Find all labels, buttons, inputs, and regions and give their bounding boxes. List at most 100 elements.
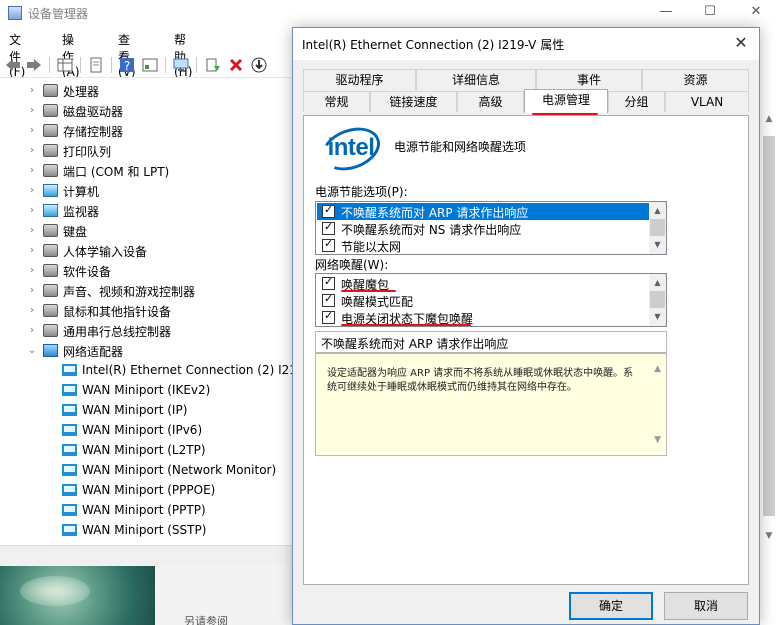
checkbox-checked[interactable] (322, 220, 335, 235)
tab-details[interactable]: 详细信息 (416, 69, 536, 90)
tree-device-label: WAN Miniport (L2TP) (82, 443, 206, 457)
device-manager-title: 设备管理器 (28, 7, 89, 21)
tree-category-network-adapters[interactable]: ⌄ 网络适配器 (0, 341, 300, 361)
disable-device-icon[interactable] (250, 56, 268, 74)
tree-category-label: 监视器 (63, 205, 100, 219)
tree-category[interactable]: › 声音、视频和游戏控制器 (0, 281, 300, 301)
tree-category[interactable]: › 打印队列 (0, 141, 300, 161)
annotation-underline (341, 290, 396, 292)
tree-category[interactable]: › 软件设备 (0, 261, 300, 281)
expand-chevron-icon[interactable]: › (26, 84, 38, 98)
tree-device[interactable]: WAN Miniport (PPTP) (0, 501, 300, 521)
ok-button[interactable]: 确定 (569, 592, 653, 620)
tab-vlan[interactable]: VLAN (665, 91, 749, 112)
network-adapter-icon (62, 444, 77, 456)
tree-category[interactable]: › 鼠标和其他指针设备 (0, 301, 300, 321)
tab-link-speed[interactable]: 链接速度 (370, 91, 457, 112)
uninstall-device-icon[interactable] (227, 56, 245, 74)
expand-chevron-icon[interactable]: › (26, 204, 38, 218)
vertical-scrollbar[interactable]: ▲ ▼ (759, 26, 781, 574)
minimize-button[interactable]: — (643, 0, 689, 26)
scroll-down-icon[interactable]: ▼ (763, 531, 775, 543)
scroll-up-icon[interactable]: ▲ (763, 114, 775, 126)
forward-arrow-icon[interactable] (25, 56, 43, 74)
tree-category[interactable]: › 存储控制器 (0, 121, 300, 141)
tree-category[interactable]: › 端口 (COM 和 LPT) (0, 161, 300, 181)
list-scrollbar[interactable]: ▲ ▼ (649, 202, 666, 254)
expand-chevron-icon[interactable]: › (26, 304, 38, 318)
dialog-close-button[interactable]: ✕ (729, 32, 753, 56)
list-item[interactable]: 不唤醒系统而对 ARP 请求作出响应 (317, 203, 649, 220)
list-scrollbar[interactable]: ▲ ▼ (649, 274, 666, 326)
scroll-down-icon[interactable]: ▼ (652, 311, 663, 323)
checkbox-checked[interactable] (322, 292, 335, 307)
tree-category[interactable]: › 处理器 (0, 81, 300, 101)
expand-chevron-icon[interactable]: › (26, 324, 38, 338)
tab-teaming[interactable]: 分组 (608, 91, 665, 112)
tree-device[interactable]: WAN Miniport (L2TP) (0, 441, 300, 461)
cancel-button[interactable]: 取消 (664, 592, 748, 620)
tree-device[interactable]: WAN Miniport (SSTP) (0, 521, 300, 541)
wake-on-lan-list[interactable]: 唤醒魔包 唤醒模式匹配 电源关闭状态下魔包唤醒 ▲ ▼ (315, 273, 667, 327)
maximize-button[interactable]: ☐ (687, 0, 733, 26)
tree-category[interactable]: › 磁盘驱动器 (0, 101, 300, 121)
checkbox-checked[interactable] (322, 237, 335, 252)
expand-chevron-icon[interactable]: › (26, 264, 38, 278)
expand-chevron-icon[interactable]: › (26, 124, 38, 138)
expand-chevron-icon[interactable]: › (26, 224, 38, 238)
tree-device[interactable]: WAN Miniport (IPv6) (0, 421, 300, 441)
scroll-up-icon[interactable]: ▲ (654, 364, 661, 374)
list-item[interactable]: 唤醒模式匹配 (317, 292, 649, 309)
scroll-up-icon[interactable]: ▲ (652, 277, 663, 289)
collapse-chevron-icon[interactable]: ⌄ (26, 344, 38, 358)
horizontal-scrollbar[interactable] (0, 545, 300, 565)
scrollbar-thumb[interactable] (763, 136, 775, 516)
expand-chevron-icon[interactable]: › (26, 144, 38, 158)
tab-driver[interactable]: 驱动程序 (303, 69, 416, 90)
device-tree[interactable]: › 处理器 › 磁盘驱动器 › 存储控制器 › 打印队列 › 端口 (COM 和… (0, 79, 300, 545)
tree-category[interactable]: › 键盘 (0, 221, 300, 241)
tab-events[interactable]: 事件 (536, 69, 642, 90)
tree-category[interactable]: › 人体学输入设备 (0, 241, 300, 261)
tab-advanced[interactable]: 高级 (457, 91, 524, 112)
scrollbar-thumb[interactable] (650, 291, 665, 308)
expand-chevron-icon[interactable]: › (26, 184, 38, 198)
tree-device[interactable]: WAN Miniport (PPPOE) (0, 481, 300, 501)
tree-device[interactable]: WAN Miniport (IKEv2) (0, 381, 300, 401)
scroll-down-icon[interactable]: ▼ (654, 435, 661, 445)
tree-category[interactable]: › 计算机 (0, 181, 300, 201)
description-box: 设定适配器为响应 ARP 请求而不将系统从睡眠或休眠状态中唤醒。系统可继续处于睡… (315, 353, 667, 456)
expand-chevron-icon[interactable]: › (26, 164, 38, 178)
list-item[interactable]: 不唤醒系统而对 NS 请求作出响应 (317, 220, 649, 237)
tab-power-management[interactable]: 电源管理 (524, 89, 608, 113)
scroll-down-icon[interactable]: ▼ (652, 239, 663, 251)
power-saving-list[interactable]: 不唤醒系统而对 ARP 请求作出响应 不唤醒系统而对 NS 请求作出响应 节能以… (315, 201, 667, 255)
update-driver-icon[interactable] (204, 56, 222, 74)
close-window-button[interactable]: ✕ (733, 0, 779, 26)
tab-resources[interactable]: 资源 (642, 69, 749, 90)
properties-grid-icon[interactable] (56, 56, 74, 74)
expand-chevron-icon[interactable]: › (26, 244, 38, 258)
tree-device[interactable]: Intel(R) Ethernet Connection (2) I219 (0, 361, 300, 381)
checkbox-checked[interactable] (322, 275, 335, 290)
tree-category[interactable]: › 通用串行总线控制器 (0, 321, 300, 341)
tree-device[interactable]: WAN Miniport (Network Monitor) (0, 461, 300, 481)
help-icon[interactable]: ? (118, 56, 136, 74)
scrollbar-thumb[interactable] (650, 219, 665, 236)
tree-device-label: WAN Miniport (PPTP) (82, 503, 206, 517)
expand-chevron-icon[interactable]: › (26, 104, 38, 118)
tab-general[interactable]: 常规 (303, 91, 370, 112)
tree-category[interactable]: › 监视器 (0, 201, 300, 221)
network-adapter-icon (62, 364, 77, 376)
update-view-icon[interactable] (141, 56, 159, 74)
tree-device[interactable]: WAN Miniport (IP) (0, 401, 300, 421)
list-item[interactable]: 节能以太网 (317, 237, 649, 254)
document-icon[interactable] (87, 56, 105, 74)
scan-hardware-icon[interactable] (172, 56, 190, 74)
expand-chevron-icon[interactable]: › (26, 284, 38, 298)
tree-category-label: 声音、视频和游戏控制器 (63, 285, 196, 299)
scroll-up-icon[interactable]: ▲ (652, 205, 663, 217)
back-arrow-icon[interactable] (4, 56, 22, 74)
checkbox-checked[interactable] (322, 309, 335, 324)
checkbox-checked[interactable] (322, 203, 335, 218)
